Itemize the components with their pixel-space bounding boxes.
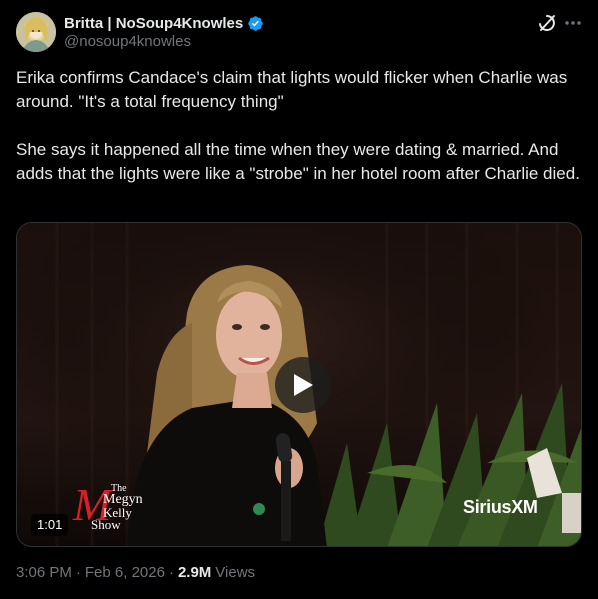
more-horizontal-icon [565,21,581,25]
video-duration: 1:01 [31,514,69,536]
author-handle[interactable]: @nosoup4knowles [64,33,191,50]
play-icon [294,374,313,396]
tweet-text: Erika confirms Candace's claim that ligh… [16,66,582,186]
views-count[interactable]: 2.9M [178,564,211,581]
meta-separator: · [75,564,81,581]
meta-separator: · [168,564,174,581]
grok-button[interactable] [536,12,558,34]
grok-icon [539,15,555,31]
show-logo-show: Show [91,517,121,532]
tweet-paragraph: She says it happened all the time when t… [16,140,580,183]
play-button[interactable] [275,357,331,413]
more-button[interactable] [562,12,584,34]
siriusxm-watermark: SiriusXM [463,497,538,517]
author-name-row: Britta | NoSoup4Knowles [64,13,264,33]
tweet: Britta | NoSoup4Knowles @nosoup4knowles … [0,0,598,599]
verified-badge-icon [248,15,263,31]
tweet-meta: 3:06 PM · Feb 6, 2026 · 2.9M Views [16,564,255,581]
author-avatar[interactable] [16,12,56,52]
video-player[interactable]: 1:01 M The Megyn Kelly Show SiriusXM [16,222,582,547]
views-label: Views [215,564,256,581]
author-display-name[interactable]: Britta | NoSoup4Knowles [64,15,243,32]
tweet-paragraph: Erika confirms Candace's claim that ligh… [16,68,568,111]
tweet-time[interactable]: 3:06 PM [16,564,72,581]
tweet-date[interactable]: Feb 6, 2026 [85,564,165,581]
show-logo: M The Megyn Kelly Show [73,480,163,538]
